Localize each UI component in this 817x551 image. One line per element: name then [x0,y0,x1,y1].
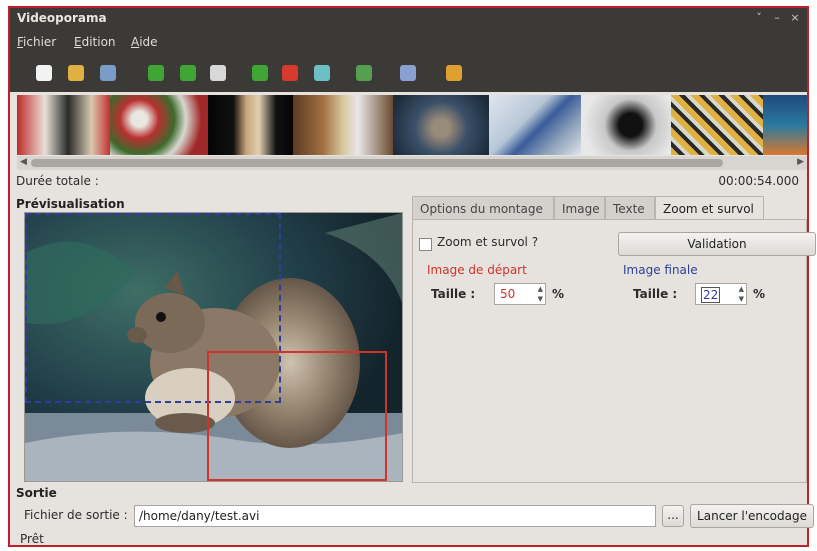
strip-scrollbar[interactable]: ◀ ▶ [17,156,807,170]
app-window: Videoporama ˅ – × Fichier Edition Aide ◀… [8,6,816,547]
start-size-value: 50 [500,287,516,301]
thumb-reef[interactable] [763,95,807,155]
duration-value: 00:00:54.000 [718,174,799,188]
refresh-icon[interactable] [314,65,330,81]
film-icon[interactable] [356,65,372,81]
photo-strip [17,95,807,155]
arrow-right-icon[interactable] [180,65,196,81]
window-title: Videoporama [17,11,107,25]
tab-image[interactable]: Image [554,196,605,220]
start-size-label: Taille : [431,287,476,301]
arrow-forward-icon[interactable] [252,65,268,81]
tools-icon[interactable] [400,65,416,81]
export-icon[interactable] [446,65,462,81]
thumb-squirrel[interactable] [393,95,489,155]
menu-fichier[interactable]: Fichier [17,35,56,49]
end-size-label: Taille : [633,287,678,301]
new-icon[interactable] [36,65,52,81]
end-size-spinbox[interactable]: 22 ▲ ▼ [695,283,747,305]
tab-zoom-survol[interactable]: Zoom et survol [655,196,764,220]
zoom-panel: Zoom et survol ? Validation Image de dép… [412,219,816,483]
scroll-right-icon[interactable]: ▶ [797,157,804,167]
output-file-field[interactable]: /home/dany/test.avi [134,505,656,527]
duration-label: Durée totale : [16,174,99,188]
close-button[interactable]: × [788,11,802,25]
thumb-bluejay[interactable] [489,95,581,155]
remove-icon[interactable] [282,65,298,81]
duration-bar: Durée totale : 00:00:54.000 [10,172,807,192]
output-file-label: Fichier de sortie : [24,508,128,522]
minimize-button[interactable]: – [770,11,784,25]
collapse-button[interactable]: ˅ [752,11,766,25]
clean-icon[interactable] [210,65,226,81]
zoom-checkbox[interactable] [419,238,432,251]
spin-up-icon[interactable]: ▲ [538,285,543,293]
thumb-blackbird[interactable] [581,95,671,155]
start-zoom-frame[interactable] [207,351,387,481]
spin-up-icon[interactable]: ▲ [739,285,744,293]
tab-texte[interactable]: Texte [605,196,655,220]
preview-title: Prévisualisation [16,197,125,211]
status-text: Prêt [20,532,44,546]
spin-down-icon[interactable]: ▼ [739,295,744,303]
add-icon[interactable] [148,65,164,81]
save-icon[interactable] [100,65,116,81]
preview-image [24,212,403,482]
thumb-cardinal[interactable] [110,95,208,155]
tab-options-montage[interactable]: Options du montage [412,196,554,220]
end-size-value: 22 [701,287,721,303]
end-size-unit: % [753,287,766,301]
scroll-left-icon[interactable]: ◀ [20,157,27,167]
tab-bar: Options du montage Image Texte Zoom et s… [412,196,807,220]
zoom-checkbox-label: Zoom et survol ? [437,235,539,249]
menu-aide[interactable]: Aide [131,35,158,49]
title-bar: Videoporama ˅ – × [10,8,807,30]
end-image-title: Image finale [623,263,698,277]
start-size-unit: % [552,287,565,301]
spin-down-icon[interactable]: ▼ [538,295,543,303]
thumb-dogs[interactable] [17,95,110,155]
thumb-deer[interactable] [293,95,393,155]
thumb-animal[interactable] [208,95,293,155]
scroll-handle[interactable] [31,159,723,167]
open-icon[interactable] [68,65,84,81]
toolbar [10,54,807,92]
validation-button[interactable]: Validation [618,232,816,256]
start-size-spinbox[interactable]: 50 ▲ ▼ [494,283,546,305]
thumb-butterfly[interactable] [671,95,763,155]
browse-button[interactable]: ... [662,505,684,527]
menu-bar: Fichier Edition Aide [10,30,807,54]
menu-edition[interactable]: Edition [74,35,116,49]
output-title: Sortie [16,486,57,500]
start-image-title: Image de départ [427,263,527,277]
start-encoding-button[interactable]: Lancer l'encodage [690,504,814,528]
